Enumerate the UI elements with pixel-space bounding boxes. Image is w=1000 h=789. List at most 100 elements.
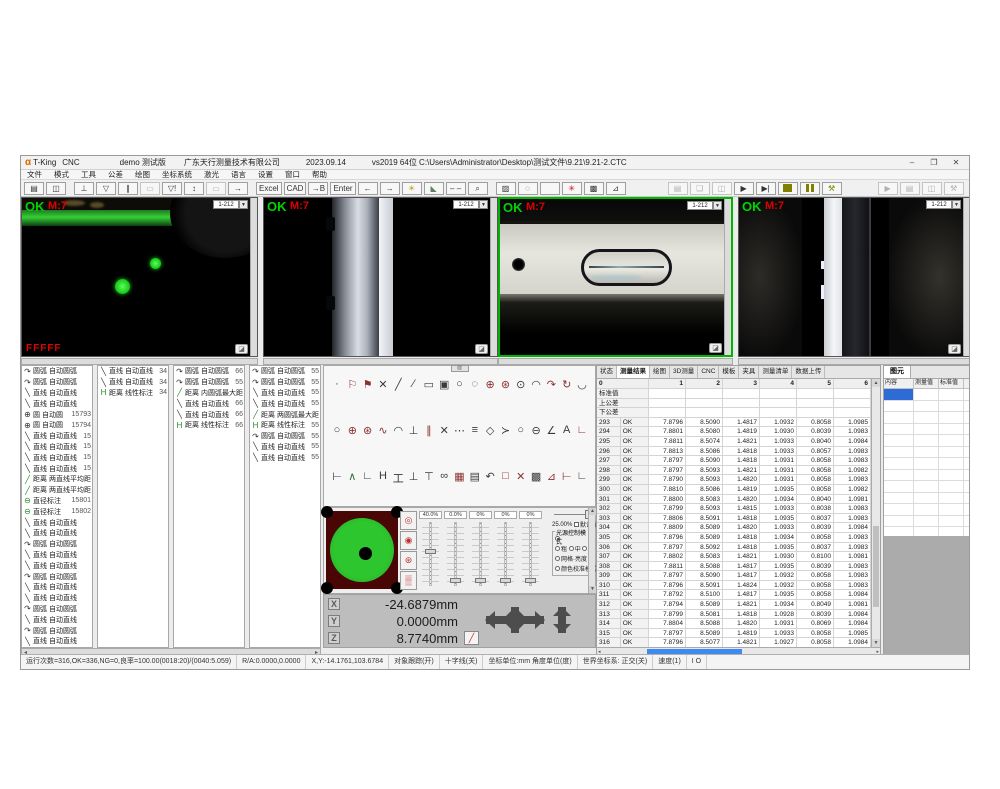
list-item[interactable]: ╲直线自动直线66 <box>174 398 244 409</box>
list-item[interactable]: ↷圆弧自动圆弧66 <box>174 366 244 377</box>
diagonal-move-button[interactable]: ╱ <box>464 631 479 645</box>
cell[interactable]: 7.8811 <box>649 562 686 571</box>
table-row[interactable]: 297 OK7.87978.50901.48181.09310.80581.09… <box>597 456 871 466</box>
camera-4-hscrollbar[interactable] <box>738 358 970 365</box>
element-cell[interactable] <box>914 401 939 412</box>
cell[interactable]: 1.0928 <box>760 610 797 619</box>
list-item[interactable]: ↷圆弧自动圆弧55 <box>174 377 244 388</box>
maximize-button[interactable]: ❐ <box>923 156 945 169</box>
palette-tool-icon[interactable]: · <box>330 378 344 391</box>
menu-item-帮助[interactable]: 帮助 <box>306 169 333 180</box>
element-cell[interactable] <box>914 504 939 515</box>
cell[interactable]: 1.0935 <box>760 543 797 552</box>
menu-item-坐标系统[interactable]: 坐标系统 <box>156 169 198 180</box>
slider-handle[interactable] <box>450 578 461 583</box>
palette-tool-icon[interactable]: □ <box>498 470 512 486</box>
palette-tool-icon[interactable]: 工 <box>391 470 405 486</box>
palette-tool-icon[interactable]: ⋯ <box>453 424 467 437</box>
palette-tool-icon[interactable]: ∿ <box>376 424 390 437</box>
palette-tool-icon[interactable]: ◠ <box>391 424 405 437</box>
toolbar-magnifier-button[interactable]: ⌕ <box>468 182 488 195</box>
palette-tool-icon[interactable]: ∕ <box>407 378 421 391</box>
cell[interactable]: 8.5091 <box>686 581 723 590</box>
palette-tool-icon[interactable]: ▣ <box>437 378 451 391</box>
cell[interactable]: 8.5090 <box>686 418 723 427</box>
palette-tool-icon[interactable]: ⊛ <box>498 378 512 391</box>
menu-item-语言[interactable]: 语言 <box>225 169 252 180</box>
palette-tool-icon[interactable]: ◠ <box>529 378 543 391</box>
cell[interactable]: 1.0933 <box>760 504 797 513</box>
result-grid[interactable]: 0123456标准值上公差下公差293 OK7.87968.50901.4817… <box>597 379 871 647</box>
element-cell[interactable] <box>914 389 939 400</box>
slider-handle[interactable] <box>475 578 486 583</box>
list-item[interactable]: ╲直线自动直线15 <box>22 463 92 474</box>
cell[interactable]: 7.8797 <box>649 629 686 638</box>
palette-tool-icon[interactable]: ✕ <box>514 470 528 486</box>
scroll-up-icon[interactable]: ▲ <box>872 379 880 387</box>
list-item[interactable]: ↷圆弧自动圆弧 <box>22 377 92 388</box>
cell[interactable]: 1.0983 <box>834 562 871 571</box>
table-row[interactable]: 309 OK7.87978.50901.48171.09320.80581.09… <box>597 571 871 581</box>
table-row[interactable]: 305 OK7.87968.50891.48181.09340.80581.09… <box>597 533 871 543</box>
cell[interactable]: 1.4818 <box>723 533 760 542</box>
palette-tool-icon[interactable]: ▭ <box>422 378 436 391</box>
cell[interactable] <box>834 399 871 408</box>
cell[interactable]: 1.4817 <box>723 590 760 599</box>
toolbar-excel-button[interactable]: Excel <box>256 182 282 195</box>
list-item[interactable]: ⊕圆自动圆15794 <box>22 420 92 431</box>
slider-track[interactable] <box>504 522 507 586</box>
list-item[interactable]: ╲直线自动直线66 <box>174 409 244 420</box>
camera-3-hscrollbar[interactable] <box>498 358 733 365</box>
list-item[interactable]: ⊕圆自动圆15793 <box>22 409 92 420</box>
list-item[interactable]: H距离线性标注34 <box>98 388 168 399</box>
palette-tool-icon[interactable]: ∟ <box>361 470 375 486</box>
palette-tool-icon[interactable]: ✕ <box>437 424 451 437</box>
cell[interactable]: 7.8797 <box>649 543 686 552</box>
cell[interactable]: 8.5100 <box>686 590 723 599</box>
element-cell[interactable] <box>939 424 964 435</box>
camera-panel-1[interactable]: OK M:7 1-212▼ FFFFF ◪ <box>21 197 258 365</box>
cell[interactable] <box>649 408 686 417</box>
list-item[interactable]: ╲直线自动直线15 <box>22 452 92 463</box>
cell[interactable]: 1.0981 <box>834 495 871 504</box>
cell[interactable]: 1.0931 <box>760 456 797 465</box>
cell[interactable]: 1.4818 <box>723 543 760 552</box>
cell[interactable]: 1.0983 <box>834 475 871 484</box>
list-item[interactable]: ↷圆弧自动圆弧 <box>22 604 92 615</box>
camera-panel-4[interactable]: OK M:7 1-212▼ ◪ <box>738 197 970 365</box>
cell[interactable]: 7.8797 <box>649 571 686 580</box>
toolbar-enter-button[interactable]: Enter <box>330 182 355 195</box>
table-row[interactable]: 310 OK7.87968.50911.48241.09320.80581.09… <box>597 581 871 591</box>
list-item[interactable]: ╲直线自动直线34 <box>98 366 168 377</box>
lamp-button-3[interactable]: ⊛ <box>400 551 417 570</box>
palette-tool-icon[interactable]: ⊖ <box>529 424 543 437</box>
camera-zoom-value[interactable]: 1-212 <box>453 200 479 209</box>
list-item[interactable]: ⊖直径标注15802 <box>22 506 92 517</box>
list-item[interactable]: ↷圆弧自动圆弧 <box>22 625 92 636</box>
element-row[interactable] <box>884 424 970 436</box>
cell[interactable]: 0.8039 <box>797 427 834 436</box>
list-item[interactable]: ↷圆弧自动圆弧55 <box>250 377 320 388</box>
cell[interactable]: 1.4817 <box>723 418 760 427</box>
element-row[interactable] <box>884 389 970 401</box>
cell[interactable] <box>760 408 797 417</box>
toolbar-stage-button[interactable]: ⊥ <box>74 182 94 195</box>
list-item[interactable]: ╲直线自动直线55 <box>250 398 320 409</box>
cell[interactable]: 1.0935 <box>760 514 797 523</box>
camera-4-vscrollbar[interactable] <box>963 198 970 356</box>
palette-tool-icon[interactable]: ⊥ <box>407 424 421 437</box>
cell[interactable]: 8.5081 <box>686 610 723 619</box>
toolbar-dither-button[interactable]: ▩ <box>584 182 604 195</box>
palette-tool-icon[interactable]: ⚐ <box>345 378 359 391</box>
cell[interactable]: 0.8058 <box>797 418 834 427</box>
list-item[interactable]: ↷圆弧自动圆弧 <box>22 539 92 550</box>
toolbar-tool-button[interactable]: ⚒ <box>944 182 964 195</box>
cell[interactable]: 1.0930 <box>760 427 797 436</box>
palette-tool-icon[interactable]: ⊙ <box>514 378 528 391</box>
cell[interactable]: 7.8796 <box>649 533 686 542</box>
slider-handle[interactable] <box>525 578 536 583</box>
menu-item-绘图[interactable]: 绘图 <box>129 169 156 180</box>
slider-track[interactable] <box>479 522 482 586</box>
toolbar-red-star-button[interactable]: ✳ <box>562 182 582 195</box>
list-item[interactable]: ╱距离内圆弧最大距 <box>174 388 244 399</box>
